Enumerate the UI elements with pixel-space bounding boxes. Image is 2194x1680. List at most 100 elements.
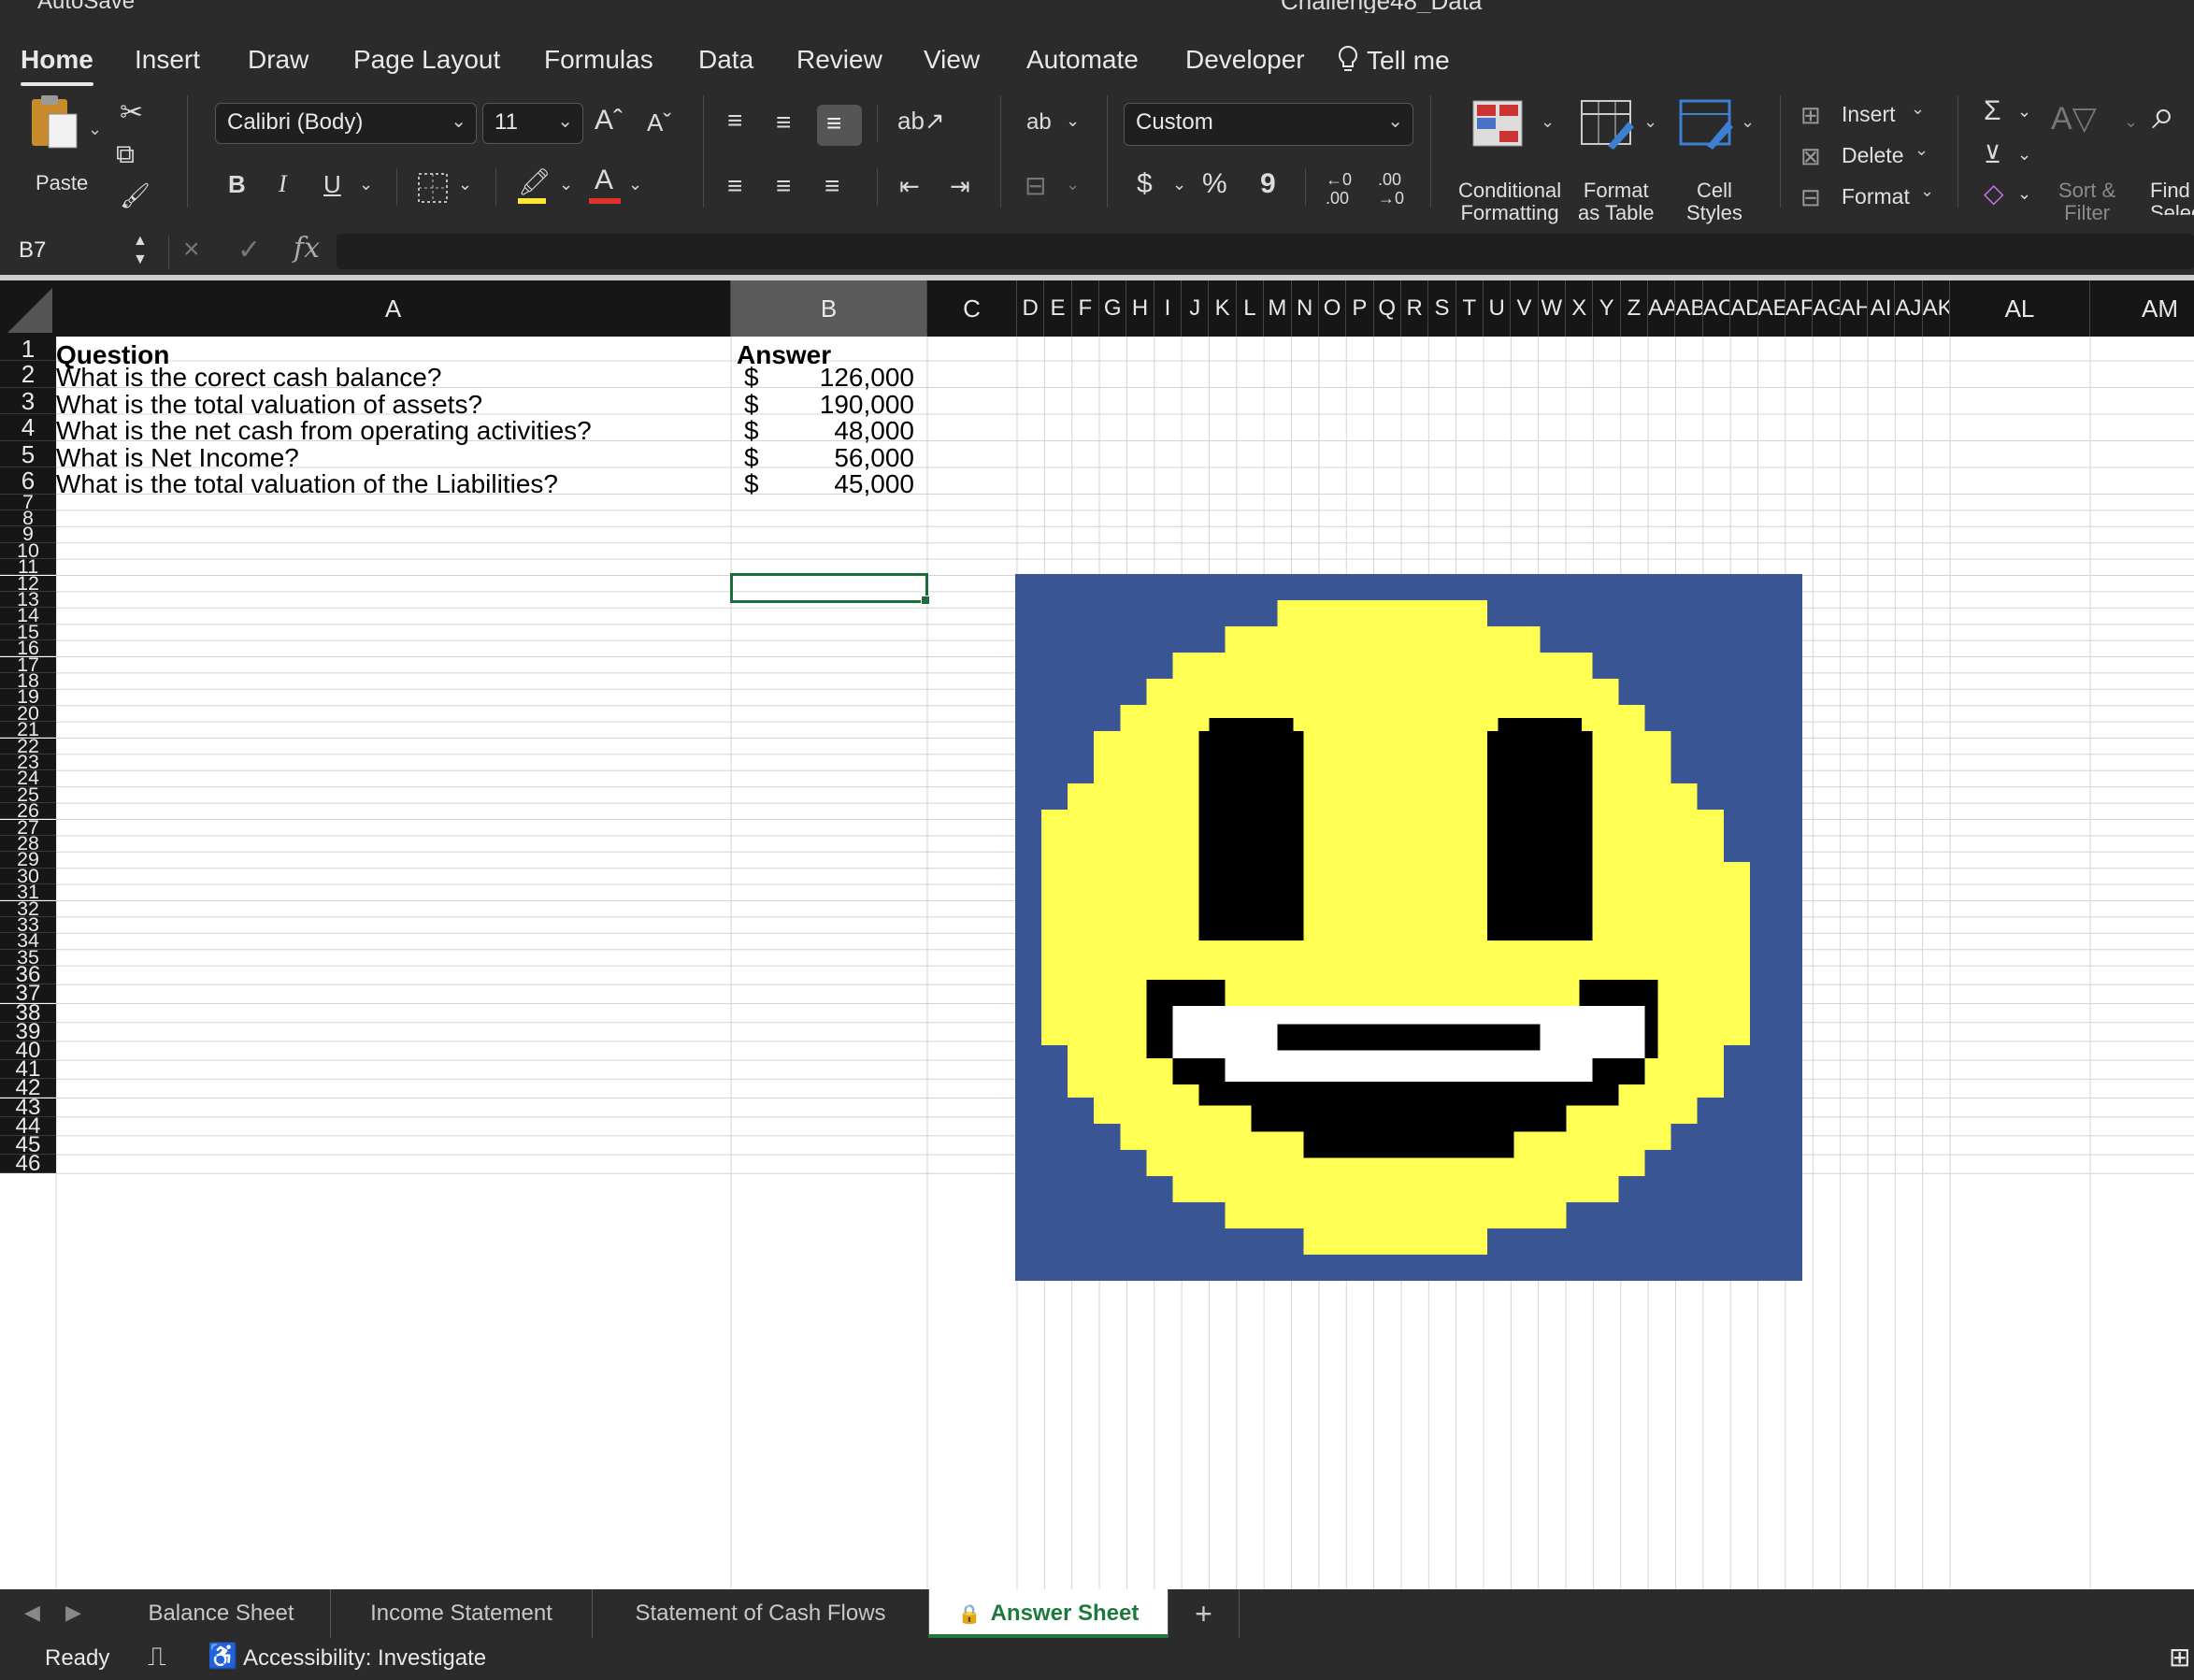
column-header-ae[interactable]: AE [1757,280,1785,337]
selected-cell-b7[interactable] [730,573,930,605]
paste-button[interactable]: ⌄ Paste [21,93,105,196]
row-header-23[interactable]: 23 [0,754,56,771]
percent-button[interactable]: % [1202,168,1227,200]
accessibility-status[interactable]: Accessibility: Investigate [243,1645,486,1672]
row-header-39[interactable]: 39 [0,1022,56,1041]
tab-review[interactable]: Review [796,45,882,75]
bold-button[interactable]: B [228,168,246,200]
row-header-35[interactable]: 35 [0,949,56,967]
row-header-38[interactable]: 38 [0,1003,56,1023]
fill-chevron-icon[interactable]: ⌄ [2017,138,2031,170]
decrease-decimal-icon[interactable]: .00 →0 [1378,170,1404,208]
column-header-ak[interactable]: AK [1922,280,1950,337]
cell-b5-currency[interactable]: $ [744,443,759,473]
tab-home[interactable]: Home [21,45,93,86]
select-all-button[interactable] [0,280,56,337]
underline-chevron-icon[interactable]: ⌄ [359,168,373,200]
column-header-l[interactable]: L [1236,280,1265,337]
row-header-11[interactable]: 11 [0,559,56,576]
cell-b3-value[interactable]: 190,000 [820,390,914,420]
sheet-tab-answer-sheet[interactable]: 🔒 Answer Sheet [929,1589,1169,1638]
name-box-stepper-icon[interactable]: ▲ ▼ [133,232,148,269]
tab-draw[interactable]: Draw [248,45,308,75]
cell-b4-value[interactable]: 48,000 [834,416,914,446]
row-header-43[interactable]: 43 [0,1098,56,1117]
worksheet-grid[interactable]: A B C DEFGHIJKLMNOPQRSTUVWXYZAAABACADAEA… [0,280,2194,1589]
currency-chevron-icon[interactable]: ⌄ [1172,168,1186,200]
row-header-27[interactable]: 27 [0,819,56,836]
column-header-ag[interactable]: AG [1813,280,1841,337]
format-as-table-button[interactable]: ⌄ Format as Table [1576,99,1670,224]
wrap-text-chevron-icon[interactable]: ⌄ [1066,105,1080,136]
sheet-tab-balance-sheet[interactable]: Balance Sheet [112,1589,331,1638]
cell-b6-currency[interactable]: $ [744,469,759,499]
row-header-9[interactable]: 9 [0,526,56,543]
row-header-40[interactable]: 40 [0,1041,56,1061]
row-header-8[interactable]: 8 [0,510,56,527]
column-header-b[interactable]: B [731,280,927,337]
row-header-17[interactable]: 17 [0,656,56,673]
row-header-26[interactable]: 26 [0,803,56,820]
column-header-d[interactable]: D [1017,280,1045,337]
column-header-o[interactable]: O [1318,280,1347,337]
cell-a5-question[interactable]: What is Net Income? [56,443,299,473]
align-top-icon[interactable]: ≡ [727,105,742,136]
sheet-tab-statement-of-cash-flows[interactable]: Statement of Cash Flows [593,1589,929,1638]
smiley-face-image[interactable] [1015,574,1802,1281]
column-header-s[interactable]: S [1428,280,1456,337]
column-header-r[interactable]: R [1400,280,1429,337]
fill-icon[interactable]: ⊻ [1984,138,2001,170]
font-size-dropdown[interactable]: 11 ⌄ [482,103,583,144]
column-header-ai[interactable]: AI [1867,280,1896,337]
column-header-m[interactable]: M [1264,280,1292,337]
accessibility-icon[interactable]: ♿ [208,1642,237,1671]
row-header-32[interactable]: 32 [0,900,56,917]
column-header-k[interactable]: K [1209,280,1237,337]
confirm-icon[interactable]: ✓ [237,234,261,266]
cell-b5-value[interactable]: 56,000 [834,443,914,473]
align-middle-icon[interactable]: ≡ [776,107,791,138]
tab-page-layout[interactable]: Page Layout [353,45,500,75]
row-header-46[interactable]: 46 [0,1155,56,1174]
align-right-icon[interactable]: ≡ [825,170,839,202]
tab-view[interactable]: View [924,45,980,75]
find-select-button[interactable]: ⌕ Find & Select [2146,99,2194,215]
increase-indent-icon[interactable]: ⇥ [950,170,970,202]
column-header-j[interactable]: J [1182,280,1210,337]
row-header-28[interactable]: 28 [0,835,56,853]
conditional-formatting-button[interactable]: ⌄ Conditional Formatting [1453,99,1570,224]
row-header-5[interactable]: 5 [0,440,56,467]
align-center-icon[interactable]: ≡ [776,170,791,202]
row-header-30[interactable]: 30 [0,868,56,885]
row-header-45[interactable]: 45 [0,1135,56,1156]
scroll-tabs-right-icon[interactable]: ▶ [65,1597,81,1629]
clear-icon[interactable]: ◇ [1984,178,2004,209]
orientation-icon[interactable]: ab↗ [897,105,945,136]
cell-b6-value[interactable]: 45,000 [834,469,914,499]
column-header-i[interactable]: I [1154,280,1183,337]
column-header-a[interactable]: A [56,280,731,337]
row-header-2[interactable]: 2 [0,361,56,388]
row-header-21[interactable]: 21 [0,722,56,739]
row-header-29[interactable]: 29 [0,852,56,869]
cell-b4-currency[interactable]: $ [744,416,759,446]
row-header-6[interactable]: 6 [0,467,56,495]
column-header-q[interactable]: Q [1373,280,1401,337]
row-header-14[interactable]: 14 [0,608,56,625]
column-header-x[interactable]: X [1566,280,1594,337]
column-header-u[interactable]: U [1484,280,1512,337]
column-header-al[interactable]: AL [1950,280,2090,337]
normal-view-icon[interactable]: ⊞ [2169,1642,2190,1673]
tab-insert[interactable]: Insert [135,45,200,75]
formula-input[interactable] [337,234,2194,269]
tell-me[interactable]: Tell me [1337,45,1450,76]
row-header-34[interactable]: 34 [0,933,56,950]
row-header-20[interactable]: 20 [0,705,56,723]
autosum-chevron-icon[interactable]: ⌄ [2017,95,2031,127]
row-header-31[interactable]: 31 [0,884,56,901]
row-header-25[interactable]: 25 [0,786,56,804]
cell-b3-currency[interactable]: $ [744,390,759,420]
row-header-36[interactable]: 36 [0,966,56,985]
column-header-v[interactable]: V [1511,280,1539,337]
tab-developer[interactable]: Developer [1185,45,1305,75]
